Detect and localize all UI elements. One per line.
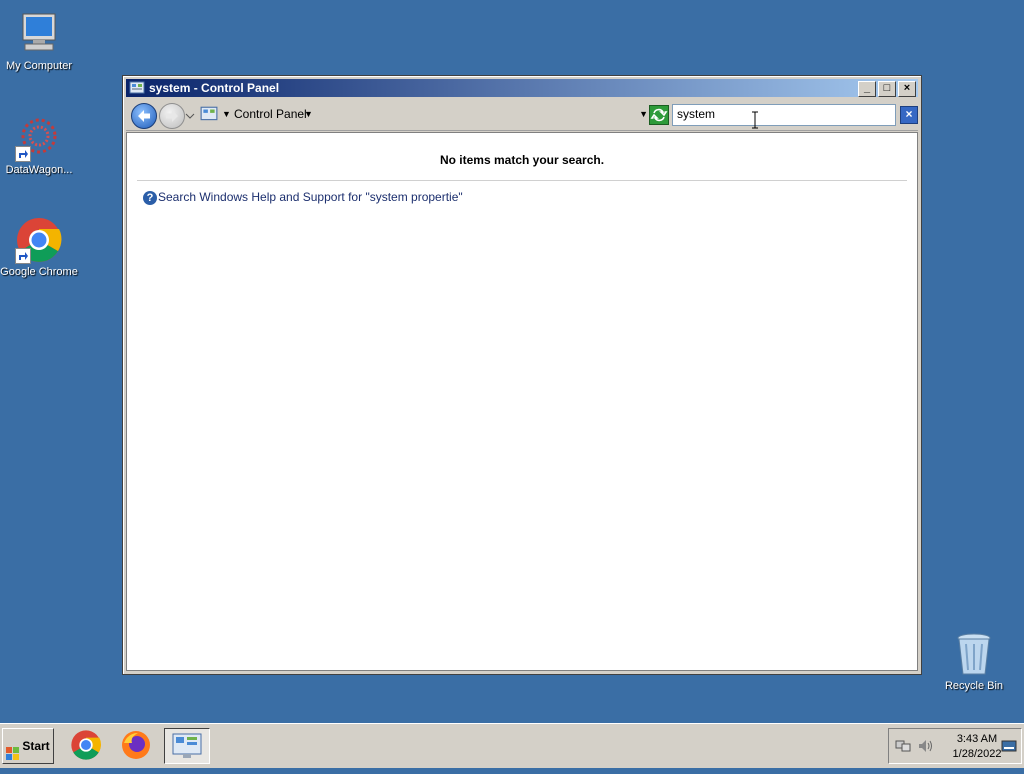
clock-date[interactable]: 1/28/2022 — [945, 748, 1009, 760]
control-panel-window: system - Control Panel _ □ × ▼ Control P… — [122, 75, 922, 675]
no-results-message: No items match your search. — [439, 153, 605, 167]
address-dropdown-icon[interactable]: ▼ — [639, 104, 648, 124]
start-button[interactable]: Start — [2, 728, 54, 764]
close-button[interactable]: × — [898, 81, 916, 97]
forward-arrow-icon — [166, 110, 178, 122]
back-arrow-icon — [138, 110, 150, 122]
chrome-icon — [15, 216, 63, 264]
desktop-icon-label: Recycle Bin — [944, 680, 1004, 692]
shortcut-arrow-icon — [15, 146, 31, 162]
taskbar-chrome-button[interactable] — [70, 729, 102, 761]
window-titlebar[interactable]: system - Control Panel _ □ × — [126, 79, 918, 97]
ibeam-cursor-icon — [752, 111, 758, 129]
datawagon-icon — [15, 114, 63, 162]
breadcrumb-separator-icon[interactable]: ▼ — [304, 104, 313, 124]
control-panel-icon — [172, 733, 202, 758]
control-panel-icon — [200, 105, 218, 123]
window-title: system - Control Panel — [149, 81, 280, 95]
divider — [137, 180, 907, 181]
desktop-icon-recycle-bin[interactable]: Recycle Bin — [935, 630, 1013, 692]
taskbar: Start 3:43 AM 1/28/2022 — [0, 723, 1024, 768]
chrome-icon — [71, 730, 101, 760]
desktop-icon-my-computer[interactable]: My Computer — [0, 10, 78, 72]
breadcrumb-control-panel[interactable]: Control Panel — [234, 104, 307, 124]
volume-icon[interactable] — [917, 738, 933, 754]
breadcrumb-separator-icon[interactable]: ▼ — [222, 104, 231, 124]
address-bar[interactable]: ▼ Control Panel ▼ ▼ — [198, 104, 648, 124]
desktop-icon-google-chrome[interactable]: Google Chrome — [0, 216, 78, 278]
show-desktop-icon[interactable] — [1001, 738, 1017, 754]
help-icon: ? — [143, 190, 157, 205]
computer-icon — [15, 10, 63, 58]
firefox-icon — [122, 731, 150, 759]
chevron-down-icon — [185, 113, 195, 119]
minimize-button[interactable]: _ — [858, 81, 876, 97]
refresh-button[interactable] — [649, 105, 669, 125]
help-support-link[interactable]: ? Search Windows Help and Support for "sy… — [143, 190, 463, 205]
desktop-icon-label: Google Chrome — [0, 266, 78, 278]
recycle-bin-icon — [950, 630, 998, 678]
search-box[interactable] — [672, 104, 896, 126]
system-tray: 3:43 AM 1/28/2022 — [888, 728, 1022, 764]
shortcut-arrow-icon — [15, 248, 31, 264]
windows-logo-icon — [6, 740, 20, 760]
taskbar-control-panel-button[interactable] — [164, 728, 210, 764]
search-input[interactable] — [673, 105, 887, 123]
clear-search-button[interactable]: × — [900, 106, 918, 124]
taskbar-firefox-button[interactable] — [120, 729, 152, 761]
recent-pages-dropdown[interactable] — [185, 110, 195, 120]
control-panel-icon — [129, 80, 145, 96]
forward-button[interactable] — [159, 103, 185, 129]
start-label: Start — [22, 739, 50, 753]
help-link-text[interactable]: Search Windows Help and Support for "sys… — [158, 190, 463, 204]
maximize-button[interactable]: □ — [878, 81, 896, 97]
desktop-icon-label: My Computer — [5, 60, 73, 72]
desktop-icon-datawagon[interactable]: DataWagon... — [0, 114, 78, 176]
clock-time[interactable]: 3:43 AM — [945, 733, 1009, 745]
content-pane: No items match your search. ? Search Wind… — [126, 132, 918, 671]
desktop-icon-label: DataWagon... — [5, 164, 73, 176]
refresh-icon — [650, 108, 668, 122]
navigation-bar: ▼ Control Panel ▼ ▼ × — [126, 100, 918, 131]
network-icon[interactable] — [895, 738, 911, 754]
back-button[interactable] — [131, 103, 157, 129]
